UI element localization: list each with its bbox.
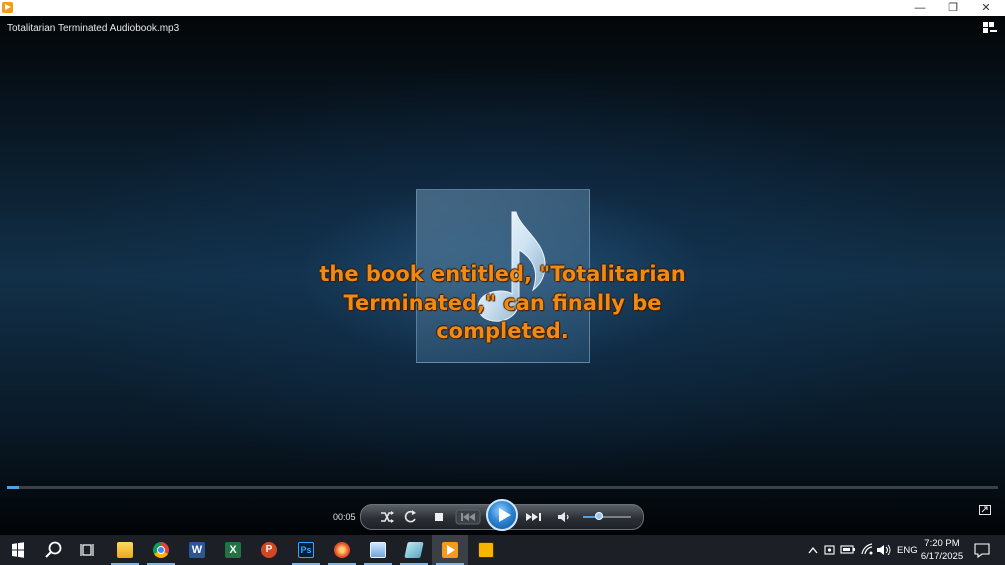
previous-icon[interactable] — [455, 507, 481, 527]
speaker-icon[interactable] — [557, 507, 571, 527]
red-app-icon[interactable] — [324, 535, 360, 565]
title-bar: — ❐ ✕ — [0, 0, 1005, 16]
battery-icon[interactable] — [840, 535, 856, 565]
stop-icon[interactable] — [431, 507, 447, 527]
lyrics-caption: the book entitled, "Totalitarian Termina… — [280, 260, 725, 346]
play-button[interactable] — [486, 499, 518, 531]
screen: — ❐ ✕ Totalitarian Terminated Audiobook.… — [0, 0, 1005, 565]
volume-slider[interactable] — [583, 512, 631, 520]
media-player-app-icon — [2, 2, 13, 13]
clock[interactable]: 7:20 PM 6/17/2025 — [918, 537, 966, 563]
photos-icon[interactable] — [360, 535, 396, 565]
next-icon[interactable] — [523, 507, 547, 527]
chrome-icon[interactable] — [143, 535, 179, 565]
media-player-taskbar-icon[interactable] — [432, 535, 468, 565]
wifi-icon[interactable] — [859, 535, 875, 565]
elapsed-time: 00:05 — [333, 512, 356, 522]
switch-to-mini-player-icon[interactable] — [979, 505, 991, 515]
meet-now-icon[interactable] — [823, 535, 837, 565]
search-icon[interactable] — [36, 535, 72, 565]
switch-to-library-icon[interactable] — [983, 22, 997, 34]
volume-knob[interactable] — [595, 512, 603, 520]
clock-time: 7:20 PM — [924, 538, 960, 549]
seek-progress — [7, 486, 19, 489]
notifications-icon[interactable] — [972, 535, 992, 565]
notepad-icon[interactable] — [396, 535, 432, 565]
taskbar: W X P Ps ENG 7:20 PM 6/17/2025 — [0, 535, 1005, 565]
lyrics-line: Terminated," can finally be — [343, 290, 662, 315]
file-explorer-icon[interactable] — [107, 535, 143, 565]
lyrics-line: completed. — [436, 319, 569, 343]
show-hidden-icons-chevron-icon[interactable] — [806, 535, 820, 565]
minimize-button[interactable]: — — [904, 0, 936, 16]
photoshop-icon[interactable]: Ps — [288, 535, 324, 565]
repeat-icon[interactable] — [402, 507, 418, 527]
start-button-icon[interactable] — [0, 535, 36, 565]
player-area[interactable]: Totalitarian Terminated Audiobook.mp3 th… — [0, 16, 1005, 535]
now-playing-title: Totalitarian Terminated Audiobook.mp3 — [7, 23, 180, 34]
playback-controls — [360, 499, 644, 531]
volume-tray-icon[interactable] — [876, 535, 892, 565]
lyrics-line: the book entitled, "Totalitarian — [319, 262, 686, 286]
task-view-icon[interactable] — [70, 535, 106, 565]
word-icon[interactable]: W — [179, 535, 215, 565]
excel-icon[interactable]: X — [215, 535, 251, 565]
audio-app-icon[interactable] — [468, 535, 504, 565]
close-button[interactable]: ✕ — [970, 0, 1002, 16]
powerpoint-icon[interactable]: P — [251, 535, 287, 565]
clock-date: 6/17/2025 — [920, 551, 964, 562]
shuffle-icon[interactable] — [379, 507, 395, 527]
seek-bar[interactable] — [7, 486, 998, 489]
maximize-button[interactable]: ❐ — [937, 0, 969, 16]
input-language[interactable]: ENG — [897, 545, 918, 556]
